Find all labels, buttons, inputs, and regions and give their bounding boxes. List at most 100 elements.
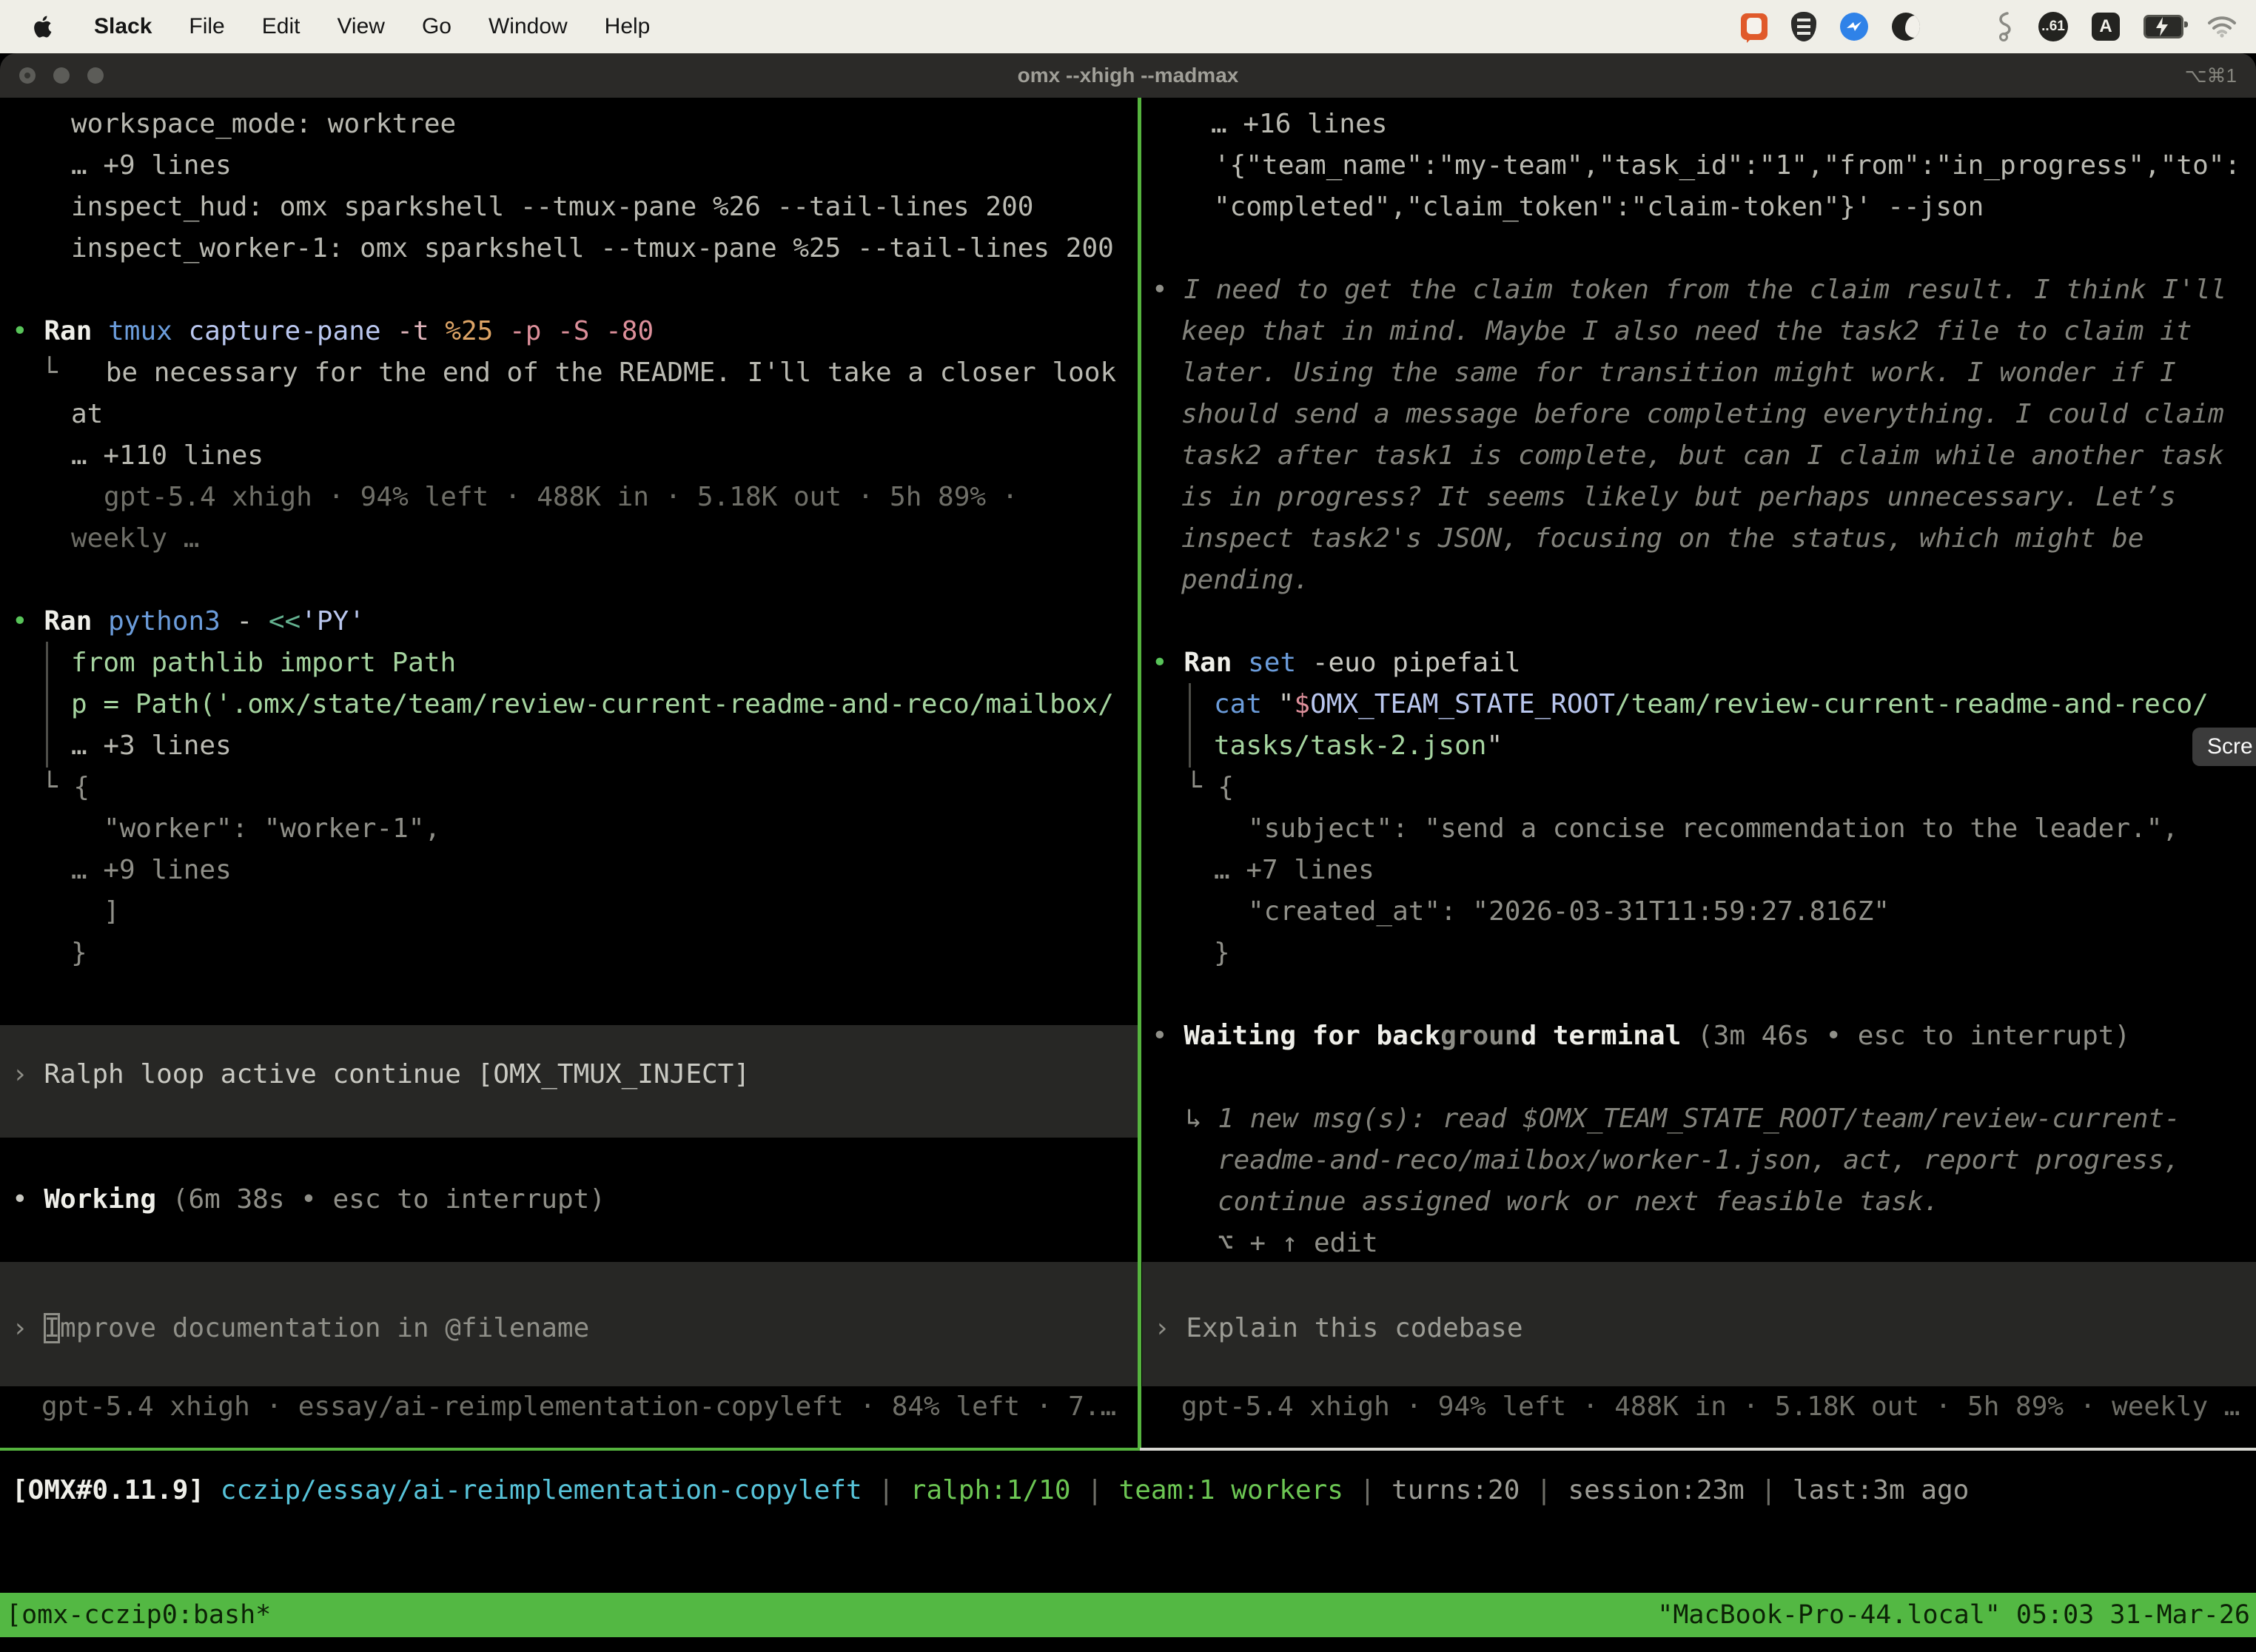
traffic-lights bbox=[0, 67, 104, 84]
text-segment: | bbox=[1745, 1475, 1793, 1505]
text-segment bbox=[541, 316, 557, 346]
text-segment: "created_at": "2026-03-31T11:59:27.816Z" bbox=[1248, 896, 1890, 927]
text-segment: cczip/essay/ai-reimplementation-copyleft bbox=[221, 1475, 862, 1505]
terminal-line: └ be necessary for the end of the README… bbox=[0, 352, 1138, 394]
left-pane[interactable]: workspace_mode: worktree… +9 linesinspec… bbox=[0, 98, 1138, 974]
text-segment: -t bbox=[397, 316, 429, 346]
pane-divider[interactable] bbox=[1138, 98, 1141, 1449]
text-segment: be necessary for the end of the README. … bbox=[106, 357, 1116, 388]
text-segment: … +9 lines bbox=[71, 855, 232, 885]
text-segment: '{"team_name":"my-team","task_id":"1","f… bbox=[1214, 150, 2240, 181]
terminal-line: '{"team_name":"my-team","task_id":"1","f… bbox=[1140, 145, 2256, 187]
text-segment: Ran bbox=[1184, 648, 1232, 678]
text-segment bbox=[493, 316, 509, 346]
terminal-line: ] bbox=[0, 891, 1138, 933]
text-segment: ⌥ + ↑ edit bbox=[1218, 1228, 1378, 1258]
text-segment: later. Using the same for transition mig… bbox=[1181, 357, 2176, 388]
text-segment: [OMX#0.11.9] bbox=[12, 1475, 204, 1505]
apple-logo-icon[interactable] bbox=[33, 12, 58, 41]
text-segment bbox=[28, 1184, 44, 1215]
terminal-line: … +9 lines bbox=[0, 850, 1138, 891]
text-segment: I need to get the claim token from the c… bbox=[1184, 275, 2226, 305]
input-source-icon[interactable]: A bbox=[2092, 13, 2120, 41]
menu-go[interactable]: Go bbox=[403, 14, 470, 39]
text-segment: | bbox=[1520, 1475, 1568, 1505]
text-segment: tasks/task-2.json bbox=[1214, 731, 1486, 761]
text-segment: team:1 workers bbox=[1119, 1475, 1343, 1505]
menu-help[interactable]: Help bbox=[586, 14, 669, 39]
text-segment: cat bbox=[1214, 689, 1262, 719]
dots-grid-icon[interactable] bbox=[1944, 13, 1970, 40]
text-segment: › bbox=[1154, 1313, 1186, 1343]
text-segment: session:23m bbox=[1568, 1475, 1744, 1505]
ralph-loop-line: › Ralph loop active continue [OMX_TMUX_I… bbox=[0, 1054, 1138, 1095]
text-segment: Explain this codebase bbox=[1186, 1313, 1523, 1343]
menu-file[interactable]: File bbox=[170, 14, 243, 39]
minimize-button[interactable] bbox=[53, 67, 70, 84]
text-segment bbox=[28, 606, 44, 637]
right-pane-border bbox=[1140, 1448, 2256, 1451]
right-prompt-line[interactable]: › Explain this codebase bbox=[1142, 1308, 2256, 1349]
terminal-line: "worker": "worker-1", bbox=[0, 808, 1138, 850]
text-segment: • bbox=[1152, 1021, 1168, 1051]
menu-edit[interactable]: Edit bbox=[244, 14, 319, 39]
text-segment: d terminal bbox=[1521, 1021, 1682, 1051]
text-segment: • bbox=[1152, 648, 1168, 678]
terminal-line: keep that in mind. Maybe I also need the… bbox=[1140, 311, 2256, 352]
text-segment: OMX_TEAM_STATE_ROOT bbox=[1310, 689, 1615, 719]
terminal-line: } bbox=[0, 933, 1138, 974]
text-segment: weekly … bbox=[71, 523, 199, 554]
terminal-line: • Ran tmux capture-pane -t %25 -p -S -80 bbox=[0, 311, 1138, 352]
text-segment: p = Path('.omx/state/team/review-current… bbox=[71, 689, 1114, 719]
menu-left: Slack File Edit View Go Window Help bbox=[0, 12, 668, 41]
close-button[interactable] bbox=[19, 67, 36, 84]
text-segment: pending. bbox=[1181, 565, 1309, 595]
text-segment: • bbox=[12, 316, 28, 346]
text-segment: task2 after task1 is complete, but can I… bbox=[1181, 440, 2224, 471]
text-segment: " bbox=[1486, 731, 1503, 761]
terminal-line: … +110 lines bbox=[0, 435, 1138, 477]
window-shortcut-badge: ⌥⌘1 bbox=[2185, 64, 2237, 87]
squiggle-icon[interactable] bbox=[1994, 11, 2015, 42]
menu-window[interactable]: Window bbox=[470, 14, 586, 39]
text-segment bbox=[1168, 1021, 1184, 1051]
text-segment bbox=[204, 1475, 221, 1505]
text-segment: $ bbox=[1294, 689, 1310, 719]
text-segment: -S bbox=[557, 316, 589, 346]
terminal-line bbox=[1140, 974, 2256, 1015]
text-segment: } bbox=[71, 938, 87, 968]
text-segment: Working bbox=[44, 1184, 156, 1215]
right-pane[interactable]: … +16 lines'{"team_name":"my-team","task… bbox=[1140, 98, 2256, 1264]
text-segment: "worker": "worker-1", bbox=[104, 813, 440, 844]
text-segment bbox=[1262, 689, 1278, 719]
chat-app-icon[interactable] bbox=[1741, 13, 1767, 40]
right-prompt-input[interactable]: › Explain this codebase bbox=[1142, 1262, 2256, 1386]
terminal-line: later. Using the same for transition mig… bbox=[1140, 352, 2256, 394]
screenshot-tooltip: Scre bbox=[2192, 728, 2256, 766]
text-segment: /team/review-current-readme-and-reco/ bbox=[1615, 689, 2209, 719]
text-segment: 1 new msg(s): read $OMX_TEAM_STATE_ROOT/… bbox=[1218, 1104, 2180, 1134]
messenger-icon[interactable] bbox=[1840, 13, 1868, 41]
text-segment: is in progress? It seems likely but perh… bbox=[1181, 482, 2176, 512]
text-segment: Waiting for back bbox=[1184, 1021, 1440, 1051]
tmux-terminal[interactable]: workspace_mode: worktree… +9 linesinspec… bbox=[0, 98, 2256, 1593]
menu-app-name[interactable]: Slack bbox=[75, 14, 170, 39]
left-prompt-line[interactable]: › Improve documentation in @filename bbox=[0, 1308, 1138, 1349]
tmux-session-label[interactable]: [omx-cczip0:bash* bbox=[6, 1593, 271, 1637]
zoom-button[interactable] bbox=[87, 67, 104, 84]
text-segment: Ran bbox=[44, 606, 92, 637]
text-segment: (6m 38s • esc to interrupt) bbox=[172, 1184, 605, 1215]
wifi-icon[interactable] bbox=[2207, 16, 2237, 38]
shield-grid-icon[interactable] bbox=[1791, 12, 1816, 41]
battery-cycle-badge[interactable]: ..61 bbox=[2038, 12, 2068, 41]
pie-timer-icon[interactable] bbox=[1892, 13, 1920, 41]
text-segment: ralph:1/10 bbox=[910, 1475, 1071, 1505]
terminal-line bbox=[0, 269, 1138, 311]
left-prompt-input[interactable]: › Improve documentation in @filename bbox=[0, 1262, 1138, 1386]
terminal-line: inspect task2's JSON, focusing on the st… bbox=[1140, 518, 2256, 560]
battery-icon[interactable] bbox=[2143, 15, 2183, 38]
terminal-line: … +7 lines bbox=[1140, 850, 2256, 891]
terminal-line: } bbox=[1140, 933, 2256, 974]
menu-view[interactable]: View bbox=[318, 14, 403, 39]
text-segment: python3 bbox=[108, 606, 221, 637]
